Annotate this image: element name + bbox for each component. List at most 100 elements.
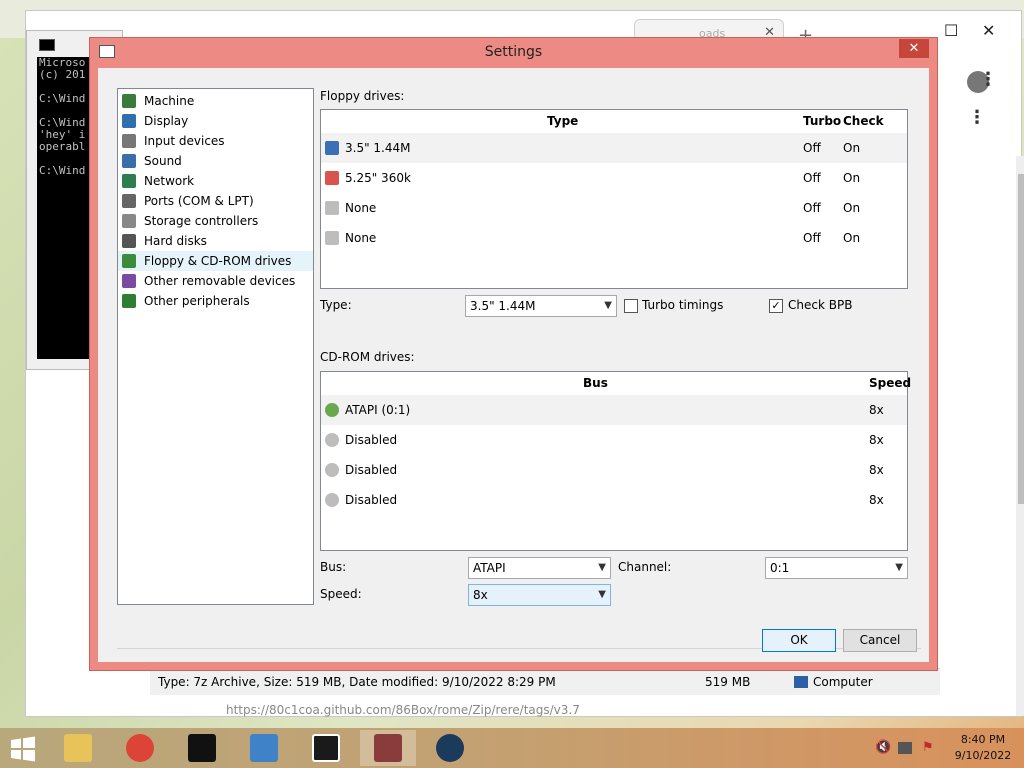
- floppy-drives-list[interactable]: Type Turbo Check BPB 3.5" 1.44MOffOn5.25…: [320, 109, 908, 289]
- removable-devices-icon: [122, 274, 136, 288]
- floppy-type-label: Type:: [320, 298, 352, 312]
- floppy-turbo-cell: Off: [803, 171, 821, 185]
- cmd-window-icon: [39, 39, 55, 51]
- start-button[interactable]: [0, 730, 48, 766]
- bus-select[interactable]: ATAPI ▼: [468, 557, 611, 579]
- tree-item[interactable]: Display: [118, 111, 313, 131]
- check-bpb-checkbox[interactable]: ✓: [769, 299, 783, 313]
- taskbar: 🔇 ⚑ 8:40 PM 9/10/2022: [0, 728, 1024, 768]
- list-row[interactable]: 5.25" 360k Off On: [321, 163, 907, 193]
- input-devices-icon: [122, 134, 136, 148]
- floppy-bpb-cell: On: [843, 141, 861, 155]
- taskbar-app-button[interactable]: [360, 730, 416, 766]
- cdrom-section-label: CD-ROM drives:: [320, 350, 415, 364]
- tree-item-label: Input devices: [144, 134, 225, 148]
- tree-item[interactable]: Sound: [118, 151, 313, 171]
- cdrom-bus-cell: Disabled: [345, 463, 398, 477]
- floppy-type-header[interactable]: Type: [547, 110, 578, 132]
- floppy-type-cell: 5.25" 360k: [345, 171, 411, 185]
- speed-select[interactable]: 8x ▼: [468, 584, 611, 606]
- tree-item[interactable]: Ports (COM & LPT): [118, 191, 313, 211]
- chrome-icon: [126, 734, 154, 762]
- tree-item-label: Ports (COM & LPT): [144, 194, 254, 208]
- list-row[interactable]: 3.5" 1.44M Off On: [321, 133, 907, 163]
- clock-time: 8:40 PM: [960, 733, 1006, 746]
- list-row[interactable]: Disabled 8x: [321, 485, 907, 515]
- floppy-none-icon: [325, 231, 339, 245]
- tree-item[interactable]: Machine: [118, 91, 313, 111]
- file-explorer-icon: [64, 734, 92, 762]
- settings-category-list[interactable]: Machine Display Input devices Sound Network P…: [117, 88, 314, 605]
- tree-item[interactable]: Floppy & CD-ROM drives: [118, 251, 313, 271]
- bus-value: ATAPI: [473, 561, 506, 575]
- taskbar-app-button[interactable]: [112, 730, 168, 766]
- floppy-checkbpb-header[interactable]: Check BPB: [843, 110, 907, 150]
- list-row[interactable]: ATAPI (0:1) 8x: [321, 395, 907, 425]
- network-tray-icon[interactable]: [898, 742, 912, 754]
- list-row[interactable]: None Off On: [321, 223, 907, 253]
- explorer-status-bar: Type: 7z Archive, Size: 519 MB, Date mod…: [150, 668, 940, 695]
- url-text: https://80c1coa.github.com/86Box/rome/Zi…: [226, 703, 580, 717]
- channel-label: Channel:: [618, 560, 672, 574]
- command-prompt-icon: [188, 734, 216, 762]
- taskbar-app-button[interactable]: [422, 730, 478, 766]
- list-row[interactable]: Disabled 8x: [321, 425, 907, 455]
- channel-select[interactable]: 0:1 ▼: [765, 557, 908, 579]
- peripherals-icon: [122, 294, 136, 308]
- tree-item-label: Machine: [144, 94, 195, 108]
- floppy-bpb-cell: On: [843, 171, 861, 185]
- 86box-icon: [374, 734, 402, 762]
- tree-item-label: Storage controllers: [144, 214, 259, 228]
- floppy-turbo-cell: Off: [803, 231, 821, 245]
- chevron-down-icon: ▼: [598, 589, 606, 600]
- floppy-section-label: Floppy drives:: [320, 89, 405, 103]
- tree-item[interactable]: Other removable devices: [118, 271, 313, 291]
- volume-muted-icon[interactable]: 🔇: [875, 740, 891, 755]
- cdrom-bus-header[interactable]: Bus: [583, 372, 608, 394]
- settings-dialog: Settings ✕ Machine Display Input devices So…: [89, 37, 938, 671]
- list-row[interactable]: None Off On: [321, 193, 907, 223]
- taskbar-app-button[interactable]: [298, 730, 354, 766]
- cdrom-speed-cell: 8x: [869, 493, 884, 507]
- cdrom-disabled-icon: [325, 463, 339, 477]
- taskbar-app-button[interactable]: [50, 730, 106, 766]
- cancel-button[interactable]: Cancel: [843, 629, 917, 652]
- cdrom-drives-list[interactable]: Bus Speed ATAPI (0:1) 8x Disabled 8x Disable…: [320, 371, 911, 551]
- background-scrollbar[interactable]: [1016, 156, 1024, 716]
- windows-logo-icon: [11, 736, 35, 762]
- dialog-close-button[interactable]: ✕: [899, 39, 929, 58]
- taskbar-app-button[interactable]: [236, 730, 292, 766]
- dialog-title: Settings: [484, 44, 543, 60]
- tree-item[interactable]: Input devices: [118, 131, 313, 151]
- cdrom-disabled-icon: [325, 493, 339, 507]
- tree-item[interactable]: Other peripherals: [118, 291, 313, 311]
- dialog-client-area: Machine Display Input devices Sound Network P…: [98, 68, 929, 662]
- action-center-icon[interactable]: ⚑: [922, 740, 934, 755]
- page-menu-icon[interactable]: ⋮: [968, 107, 986, 128]
- cdrom-speed-cell: 8x: [869, 433, 884, 447]
- tree-item[interactable]: Storage controllers: [118, 211, 313, 231]
- tree-item[interactable]: Network: [118, 171, 313, 191]
- taskbar-app-button[interactable]: [174, 730, 230, 766]
- tree-item[interactable]: Hard disks: [118, 231, 313, 251]
- tree-item-label: Floppy & CD-ROM drives: [144, 254, 292, 268]
- turbo-timings-checkbox[interactable]: [624, 299, 638, 313]
- steam-icon: [436, 734, 464, 762]
- cdrom-speed-cell: 8x: [869, 403, 884, 417]
- floppy-bpb-cell: On: [843, 231, 861, 245]
- floppy-turbo-header[interactable]: Turbo: [803, 110, 841, 132]
- browser-menu-icon[interactable]: ⋮: [979, 69, 997, 90]
- cdrom-speed-cell: 8x: [869, 463, 884, 477]
- cdrom-speed-header[interactable]: Speed: [869, 372, 911, 394]
- clock-date: 9/10/2022: [954, 749, 1012, 762]
- cdrom-bus-cell: ATAPI (0:1): [345, 403, 411, 417]
- system-clock[interactable]: 8:40 PM 9/10/2022: [948, 732, 1018, 764]
- floppy-type-select[interactable]: 3.5" 1.44M ▼: [465, 295, 617, 317]
- status-type-info: Type: 7z Archive, Size: 519 MB, Date mod…: [158, 675, 556, 689]
- ports-icon: [122, 194, 136, 208]
- close-window-icon[interactable]: ✕: [982, 21, 995, 40]
- cdrom-disabled-icon: [325, 433, 339, 447]
- maximize-icon[interactable]: ☐: [944, 21, 958, 40]
- list-row[interactable]: Disabled 8x: [321, 455, 907, 485]
- ok-button[interactable]: OK: [762, 629, 836, 652]
